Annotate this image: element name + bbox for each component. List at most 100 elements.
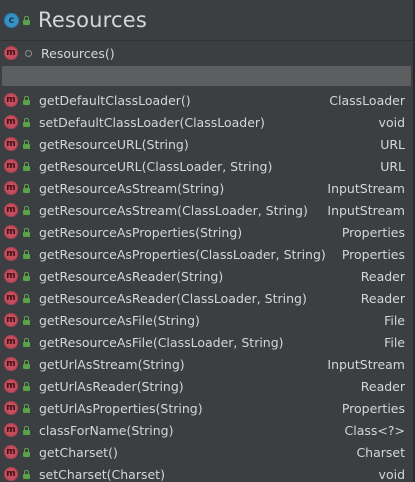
return-type: Reader — [360, 378, 405, 394]
return-type: URL — [380, 136, 405, 152]
public-lock-icon — [23, 15, 30, 25]
return-type: Class<?> — [344, 422, 405, 438]
method-name: getResourceAsReader(String) — [39, 268, 224, 284]
method-icon: m — [4, 423, 18, 437]
public-lock-icon — [23, 183, 30, 193]
method-item[interactable]: m setCharset(Charset) void — [0, 463, 413, 482]
public-lock-icon — [23, 139, 30, 149]
return-type: InputStream — [327, 180, 405, 196]
method-name: getResourceURL(String) — [39, 136, 189, 152]
return-type: Reader — [360, 290, 405, 306]
method-item[interactable]: m setDefaultClassLoader(ClassLoader) void — [0, 111, 413, 133]
method-icon: m — [4, 445, 18, 459]
return-type: File — [384, 334, 405, 350]
method-icon: m — [4, 357, 18, 371]
method-icon: m — [4, 247, 18, 261]
method-icon: m — [4, 203, 18, 217]
public-lock-icon — [23, 227, 30, 237]
return-type: Properties — [341, 400, 405, 416]
public-lock-icon — [23, 271, 30, 281]
method-icon: m — [4, 115, 18, 129]
method-name: getUrlAsProperties(String) — [39, 400, 203, 416]
method-name: getResourceAsProperties(String) — [39, 224, 243, 240]
method-icon: m — [4, 313, 18, 327]
public-lock-icon — [23, 337, 30, 347]
method-name: getResourceURL(ClassLoader, String) — [39, 158, 273, 174]
public-lock-icon — [23, 249, 30, 259]
method-icon: m — [4, 379, 18, 393]
return-type: URL — [380, 158, 405, 174]
method-icon: m — [4, 269, 18, 283]
public-lock-icon — [23, 117, 30, 127]
public-lock-icon — [23, 293, 30, 303]
return-type: ClassLoader — [329, 92, 405, 108]
method-item[interactable]: m getResourceAsStream(String) InputStream — [0, 177, 413, 199]
method-name: getResourceAsStream(String) — [39, 180, 225, 196]
method-name: getDefaultClassLoader() — [39, 92, 191, 108]
method-item[interactable]: m getResourceAsReader(ClassLoader, String… — [0, 287, 413, 309]
method-icon: m — [4, 93, 18, 107]
method-icon: m — [4, 181, 18, 195]
method-name: setDefaultClassLoader(ClassLoader) — [39, 114, 265, 130]
structure-popup: c Resources m Resources() m getDefaultCla… — [0, 0, 415, 482]
method-name: getResourceAsFile(ClassLoader, String) — [39, 334, 284, 350]
method-name: setCharset(Charset) — [39, 466, 165, 482]
public-lock-icon — [23, 315, 30, 325]
package-private-icon — [25, 49, 32, 57]
method-name: getCharset() — [39, 444, 118, 460]
class-icon: c — [4, 12, 19, 28]
return-type: Charset — [356, 444, 405, 460]
method-item[interactable]: m getResourceURL(String) URL — [0, 133, 413, 155]
method-item[interactable]: m getResourceAsFile(ClassLoader, String) F… — [0, 331, 413, 353]
method-item[interactable]: m getDefaultClassLoader() ClassLoader — [0, 89, 413, 111]
class-title: Resources — [38, 8, 148, 32]
method-list: m getDefaultClassLoader() ClassLoader m setD… — [0, 89, 413, 482]
method-icon: m — [4, 225, 18, 239]
public-lock-icon — [23, 95, 30, 105]
method-item[interactable]: m getResourceAsFile(String) File — [0, 309, 413, 331]
method-icon: m — [4, 335, 18, 349]
constructor-item[interactable]: m Resources() — [0, 41, 413, 65]
selected-empty-row[interactable] — [2, 66, 411, 86]
return-type: InputStream — [327, 202, 405, 218]
public-lock-icon — [23, 403, 30, 413]
method-icon: m — [4, 401, 18, 415]
return-type: void — [378, 466, 405, 482]
method-name: getUrlAsReader(String) — [39, 378, 184, 394]
method-item[interactable]: m getUrlAsStream(String) InputStream — [0, 353, 413, 375]
public-lock-icon — [23, 447, 30, 457]
method-item[interactable]: m getUrlAsReader(String) Reader — [0, 375, 413, 397]
method-item[interactable]: m getResourceAsReader(String) Reader — [0, 265, 413, 287]
method-item[interactable]: m getUrlAsProperties(String) Properties — [0, 397, 413, 419]
constructor-name: Resources() — [41, 45, 115, 61]
return-type: Reader — [360, 268, 405, 284]
method-name: getResourceAsStream(ClassLoader, String) — [39, 202, 308, 218]
method-item[interactable]: m getResourceAsProperties(ClassLoader, St… — [0, 243, 413, 265]
public-lock-icon — [23, 425, 30, 435]
method-icon: m — [4, 137, 18, 151]
method-item[interactable]: m getCharset() Charset — [0, 441, 413, 463]
method-name: getResourceAsReader(ClassLoader, String) — [39, 290, 307, 306]
method-name: getResourceAsProperties(ClassLoader, Str… — [39, 246, 326, 262]
public-lock-icon — [23, 161, 30, 171]
public-lock-icon — [23, 381, 30, 391]
public-lock-icon — [23, 205, 30, 215]
method-name: getResourceAsFile(String) — [39, 312, 200, 328]
return-type: InputStream — [327, 356, 405, 372]
return-type: File — [384, 312, 405, 328]
public-lock-icon — [23, 469, 30, 479]
method-name: classForName(String) — [39, 422, 174, 438]
method-icon: m — [4, 291, 18, 305]
method-item[interactable]: m getResourceURL(ClassLoader, String) URL — [0, 155, 413, 177]
return-type: Properties — [341, 224, 405, 240]
method-item[interactable]: m getResourceAsStream(ClassLoader, String… — [0, 199, 413, 221]
method-icon: m — [4, 46, 18, 60]
method-name: getUrlAsStream(String) — [39, 356, 185, 372]
method-icon: m — [4, 159, 18, 173]
return-type: Properties — [341, 246, 405, 262]
method-item[interactable]: m getResourceAsProperties(String) Properti… — [0, 221, 413, 243]
return-type: void — [378, 114, 405, 130]
class-header: c Resources — [0, 0, 413, 41]
method-item[interactable]: m classForName(String) Class<?> — [0, 419, 413, 441]
public-lock-icon — [23, 359, 30, 369]
